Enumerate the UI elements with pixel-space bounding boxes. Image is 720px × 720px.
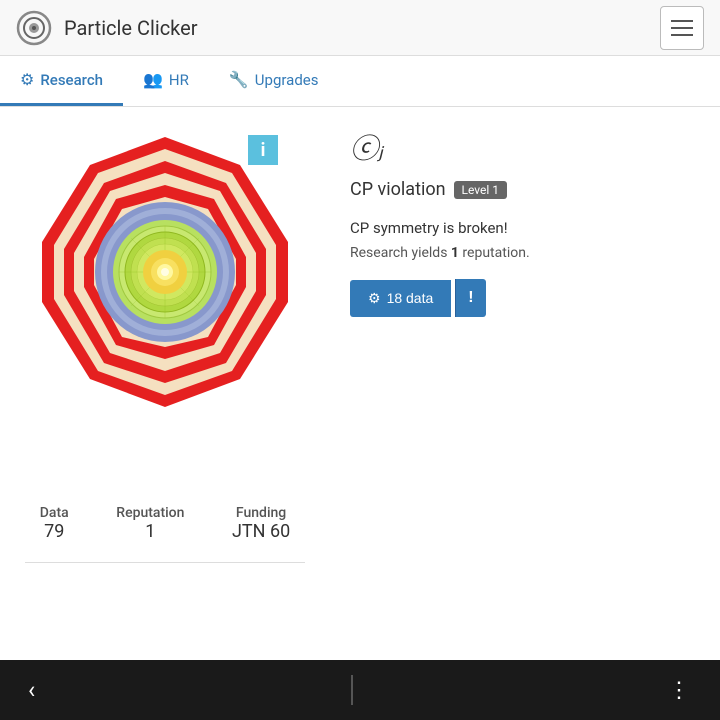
more-button[interactable]: ⋮ — [660, 670, 700, 711]
tab-upgrades[interactable]: 🔧 Upgrades — [209, 56, 339, 106]
stat-data: Data 79 — [40, 505, 69, 542]
bottom-divider — [351, 675, 353, 705]
app-bar: Particle Clicker — [0, 0, 720, 56]
hamburger-line-3 — [671, 34, 693, 36]
app-title: Particle Clicker — [64, 16, 198, 40]
app-logo — [16, 10, 52, 46]
reputation-label: Reputation — [116, 505, 184, 521]
tab-research[interactable]: ⚙ Research — [0, 56, 123, 106]
left-panel: i — [0, 107, 330, 660]
left-divider — [25, 562, 305, 563]
exclaim-button[interactable]: ! — [455, 279, 485, 317]
data-label: Data — [40, 505, 69, 521]
research-title: CP violation — [350, 179, 446, 200]
back-button[interactable]: ‹ — [20, 668, 43, 712]
data-button[interactable]: ⚙ 18 data — [350, 280, 451, 317]
funding-label: Funding — [232, 505, 290, 521]
stats-row: Data 79 Reputation 1 Funding JTN 60 — [0, 487, 330, 542]
action-row: ⚙ 18 data ! — [350, 279, 700, 317]
tab-hr[interactable]: 👥 HR — [123, 56, 209, 106]
research-tab-icon: ⚙ — [20, 70, 34, 89]
funding-value: JTN 60 — [232, 521, 290, 542]
app-bar-left: Particle Clicker — [16, 10, 198, 46]
research-description: CP symmetry is broken! — [350, 219, 700, 237]
right-panel: ⓒⱼ CP violation Level 1 CP symmetry is b… — [330, 107, 720, 660]
hamburger-line-1 — [671, 20, 693, 22]
reputation-value: 1 — [116, 521, 184, 542]
main-content: i — [0, 107, 720, 660]
stat-funding: Funding JTN 60 — [232, 505, 290, 542]
research-header: ⓒⱼ — [350, 127, 700, 167]
hr-tab-icon: 👥 — [143, 70, 163, 89]
level-badge: Level 1 — [454, 181, 508, 199]
upgrades-tab-icon: 🔧 — [229, 70, 249, 89]
info-badge[interactable]: i — [248, 135, 278, 165]
yield-prefix: Research yields — [350, 245, 451, 261]
research-yield: Research yields 1 reputation. — [350, 245, 700, 261]
particle-svg — [20, 127, 310, 417]
bottom-bar: ‹ ⋮ — [0, 660, 720, 720]
research-tab-label: Research — [40, 71, 103, 89]
tab-bar: ⚙ Research 👥 HR 🔧 Upgrades — [0, 56, 720, 107]
data-button-label: 18 data — [387, 290, 434, 306]
hr-tab-label: HR — [169, 71, 189, 89]
yield-suffix: reputation. — [459, 245, 530, 261]
particle-canvas[interactable] — [20, 127, 310, 477]
gear-icon: ⚙ — [368, 290, 381, 307]
stat-reputation: Reputation 1 — [116, 505, 184, 542]
menu-button[interactable] — [660, 6, 704, 50]
hamburger-line-2 — [671, 27, 693, 29]
upgrades-tab-label: Upgrades — [255, 71, 319, 89]
yield-value: 1 — [451, 245, 459, 261]
data-value: 79 — [40, 521, 69, 542]
research-title-block: CP violation Level 1 — [350, 179, 700, 200]
cp-violation-icon: ⓒⱼ — [350, 127, 383, 167]
